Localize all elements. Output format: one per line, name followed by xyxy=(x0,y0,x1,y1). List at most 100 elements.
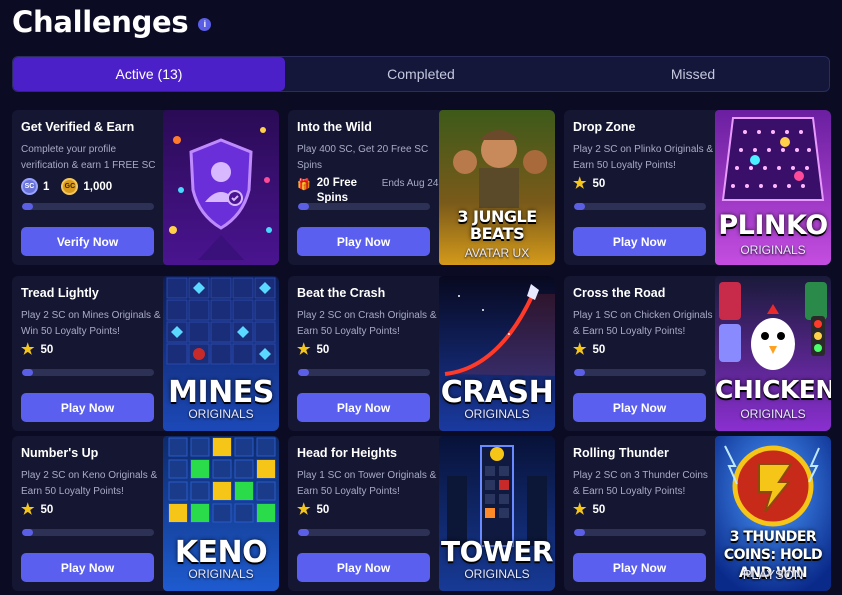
card-title: Tread Lightly xyxy=(21,286,99,300)
art-title: CHICKEN xyxy=(715,375,831,404)
progress-bar xyxy=(22,203,154,210)
card-description: Play 1 SC on Chicken Originals & Earn 50… xyxy=(573,310,713,337)
game-art-chicken[interactable]: CHICKEN ORIGINALS xyxy=(715,276,831,431)
sc-amount: 1 xyxy=(43,180,50,193)
loyalty-points: 50 xyxy=(40,343,54,356)
challenge-card: Number's Up Play 2 SC on Keno Originals … xyxy=(12,436,279,591)
loyalty-points: 50 xyxy=(592,177,606,190)
art-subtitle: PLAYSON xyxy=(742,567,804,582)
play-now-button[interactable]: Play Now xyxy=(297,553,430,582)
play-now-button[interactable]: Play Now xyxy=(573,393,706,422)
info-icon[interactable]: i xyxy=(198,17,212,31)
play-now-button[interactable]: Play Now xyxy=(21,553,154,582)
tab-active[interactable]: Active (13) xyxy=(13,57,285,91)
star-icon: ★ xyxy=(297,501,311,518)
challenge-card: Cross the Road Play 1 SC on Chicken Orig… xyxy=(564,276,831,431)
progress-fill xyxy=(22,203,33,210)
card-description: Play 400 SC, Get 20 Free SC Spins xyxy=(297,144,429,171)
progress-fill xyxy=(298,203,309,210)
end-date: Ends Aug 24 xyxy=(381,178,439,189)
art-title: 3 JUNGLE BEATS xyxy=(457,207,537,243)
card-description: Play 2 SC on Mines Originals & Win 50 Lo… xyxy=(21,310,161,337)
card-reward: ★ 50 xyxy=(21,502,53,517)
progress-fill xyxy=(22,529,33,536)
card-title: Drop Zone xyxy=(573,120,636,134)
card-reward: ★ 50 xyxy=(297,502,329,517)
game-art-crash[interactable]: CRASH ORIGINALS xyxy=(439,276,555,431)
card-title: Get Verified & Earn xyxy=(21,120,135,134)
art-title: MINES xyxy=(168,375,274,410)
card-reward: 🎁 20 Free Spins Ends Aug 24 xyxy=(297,176,442,206)
progress-bar xyxy=(574,529,706,536)
card-description: Complete your profile verification & ear… xyxy=(21,144,156,171)
progress-bar xyxy=(574,203,706,210)
play-now-button[interactable]: Play Now xyxy=(297,227,430,256)
progress-fill xyxy=(22,369,33,376)
card-description: Play 2 SC on Plinko Originals & Earn 50 … xyxy=(573,144,714,171)
card-description: Play 2 SC on Crash Originals & Earn 50 L… xyxy=(297,310,437,337)
loyalty-points: 50 xyxy=(316,343,330,356)
star-icon: ★ xyxy=(573,175,587,192)
page-title: Challenges xyxy=(12,5,189,39)
game-art-mines[interactable]: MINES ORIGINALS xyxy=(163,276,279,431)
art-title: PLINKO xyxy=(718,210,828,241)
loyalty-points: 50 xyxy=(316,503,330,516)
game-art-thunder-coins[interactable]: 3 THUNDER COINS: HOLD AND WIN PLAYSON xyxy=(715,436,831,591)
play-now-button[interactable]: Play Now xyxy=(573,227,706,256)
card-reward: ★ 50 xyxy=(297,342,329,357)
star-icon: ★ xyxy=(297,341,311,358)
challenge-card: Drop Zone Play 2 SC on Plinko Originals … xyxy=(564,110,831,265)
challenge-tabs: Active (13) Completed Missed xyxy=(12,56,830,92)
gc-amount: 1,000 xyxy=(83,180,113,193)
card-reward: ★ 50 xyxy=(573,502,605,517)
game-art-keno[interactable]: KENO ORIGINALS xyxy=(163,436,279,591)
game-art-plinko[interactable]: PLINKO ORIGINALS xyxy=(715,110,831,265)
gold-coin-icon: GC xyxy=(61,178,79,195)
loyalty-points: 50 xyxy=(592,503,606,516)
play-now-button[interactable]: Play Now xyxy=(573,553,706,582)
progress-bar xyxy=(22,369,154,376)
card-reward: ★ 50 xyxy=(573,342,605,357)
shield-user-icon xyxy=(163,110,279,265)
star-icon: ★ xyxy=(21,341,35,358)
challenge-card: Get Verified & Earn Complete your profil… xyxy=(12,110,279,265)
challenge-card: Rolling Thunder Play 2 SC on 3 Thunder C… xyxy=(564,436,831,591)
art-subtitle: ORIGINALS xyxy=(740,407,806,421)
art-title: KENO xyxy=(174,535,268,570)
challenge-card: Tread Lightly Play 2 SC on Mines Origina… xyxy=(12,276,279,431)
progress-bar xyxy=(22,529,154,536)
card-title: Number's Up xyxy=(21,446,99,460)
card-reward: ★ 50 xyxy=(573,176,605,191)
verify-now-button[interactable]: Verify Now xyxy=(21,227,154,256)
progress-fill xyxy=(298,529,309,536)
game-art-tower[interactable]: TOWER ORIGINALS xyxy=(439,436,555,591)
tab-completed[interactable]: Completed xyxy=(285,57,557,91)
star-icon: ★ xyxy=(573,341,587,358)
progress-fill xyxy=(574,203,585,210)
challenge-card: Head for Heights Play 1 SC on Tower Orig… xyxy=(288,436,555,591)
star-icon: ★ xyxy=(21,501,35,518)
tab-missed[interactable]: Missed xyxy=(557,57,829,91)
art-subtitle: ORIGINALS xyxy=(464,407,530,421)
play-now-button[interactable]: Play Now xyxy=(21,393,154,422)
plinko-board-art xyxy=(715,110,831,265)
game-art-verify[interactable] xyxy=(163,110,279,265)
card-description: Play 2 SC on 3 Thunder Coins & Earn 50 L… xyxy=(573,470,708,497)
gift-icon: 🎁 xyxy=(297,179,311,191)
progress-bar xyxy=(298,529,430,536)
art-subtitle: ORIGINALS xyxy=(464,567,530,581)
progress-bar xyxy=(298,369,430,376)
sweeps-coin-icon: SC xyxy=(21,178,38,195)
play-now-button[interactable]: Play Now xyxy=(297,393,430,422)
progress-fill xyxy=(298,369,309,376)
page-header: Challenges i xyxy=(12,2,212,42)
challenge-card: Into the Wild Play 400 SC, Get 20 Free S… xyxy=(288,110,555,265)
loyalty-points: 50 xyxy=(40,503,54,516)
star-icon: ★ xyxy=(573,501,587,518)
card-description: Play 1 SC on Tower Originals & Earn 50 L… xyxy=(297,470,437,497)
card-title: Cross the Road xyxy=(573,286,666,300)
card-title: Rolling Thunder xyxy=(573,446,669,460)
game-art-jungle-beats[interactable]: 3 JUNGLE BEATS AVATAR UX xyxy=(439,110,555,265)
card-reward: ★ 50 xyxy=(21,342,53,357)
progress-bar xyxy=(298,203,430,210)
